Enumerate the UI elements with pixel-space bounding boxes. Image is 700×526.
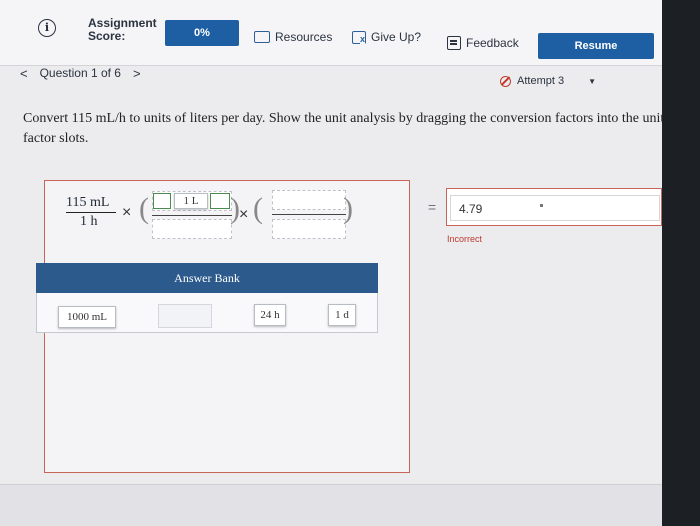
feedback-icon [447, 36, 461, 50]
answer-bank-chip[interactable]: 24 h [254, 304, 286, 326]
assignment-score-label: Assignment Score: [88, 17, 157, 43]
question-prompt: Convert 115 mL/h to units of liters per … [23, 111, 669, 146]
fraction-bar [66, 212, 116, 213]
unit-factor-2-numerator-slot[interactable] [272, 190, 346, 210]
answer-input[interactable]: 4.79 [450, 195, 660, 221]
give-up-button[interactable]: Give Up? [352, 25, 421, 49]
info-icon[interactable]: i [38, 19, 56, 37]
next-question-button[interactable]: > [133, 66, 141, 81]
question-label: Question 1 of 6 [39, 66, 121, 80]
chevron-down-icon: ▼ [588, 76, 596, 86]
times-sign: × [239, 206, 249, 223]
score-label-line2: Score: [88, 29, 126, 43]
answer-status: Incorrect [447, 234, 483, 244]
attempt-icon [500, 75, 511, 87]
right-paren: ) [343, 192, 353, 225]
give-up-icon [352, 30, 366, 44]
screen-edge [662, 0, 700, 526]
slot-highlight [210, 193, 230, 209]
bottom-bar [0, 484, 662, 526]
placed-factor-1L[interactable]: 1 L [174, 193, 208, 209]
given-numerator: 115 mL [66, 195, 110, 210]
question-navigator: < Question 1 of 6 > [20, 66, 141, 81]
score-value: 0% [165, 20, 239, 46]
equals-sign: = [428, 199, 437, 215]
fraction-bar [152, 215, 232, 216]
slot-highlight [153, 193, 171, 209]
feedback-button[interactable]: Feedback [447, 31, 519, 55]
cursor-icon [540, 204, 543, 207]
answer-bank-chip[interactable]: 1000 mL [58, 306, 116, 328]
resources-button[interactable]: Resources [254, 25, 332, 49]
attempt-dropdown[interactable]: Attempt 3 ▼ [500, 75, 596, 87]
answer-bank-chip[interactable]: 1 d [328, 304, 356, 326]
given-denominator: 1 h [80, 214, 98, 229]
attempt-label: Attempt 3 [517, 75, 565, 87]
answer-bank-title: Answer Bank [36, 263, 378, 293]
unit-factor-2-denominator-slot[interactable] [272, 219, 346, 239]
times-sign: × [122, 204, 132, 221]
give-up-label: Give Up? [371, 30, 422, 44]
unit-factor-1-denominator-slot[interactable] [152, 219, 232, 239]
prev-question-button[interactable]: < [20, 66, 28, 81]
resume-button[interactable]: Resume [538, 33, 654, 59]
fraction-bar [272, 214, 346, 215]
resources-icon [254, 31, 270, 43]
feedback-label: Feedback [466, 36, 519, 50]
left-paren: ( [139, 192, 149, 225]
answer-bank-empty-slot [158, 304, 212, 328]
resources-label: Resources [275, 30, 333, 44]
left-paren: ( [253, 192, 263, 225]
